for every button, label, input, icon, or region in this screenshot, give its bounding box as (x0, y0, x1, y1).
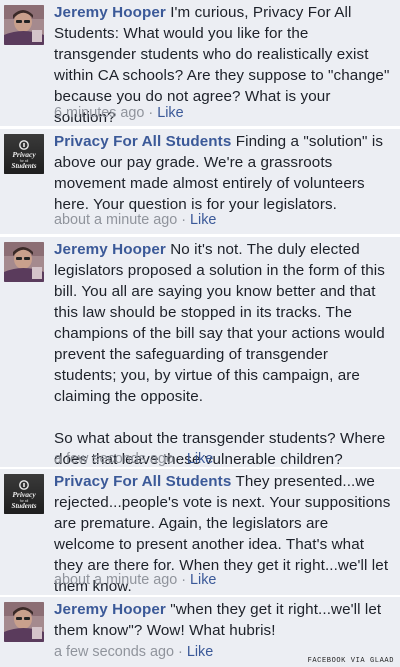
comment: Jeremy Hooper No it's not. The duly elec… (0, 237, 400, 470)
like-link[interactable]: Like (157, 105, 183, 121)
comment-author[interactable]: Privacy For All Students (54, 473, 231, 490)
comment-timestamp[interactable]: about a minute ago (54, 212, 177, 228)
avatar-privacy-for-all-students[interactable] (4, 134, 44, 174)
comment-body: No it's not. The duly elected legislator… (54, 241, 385, 405)
comment-meta: about a minute ago · Like (54, 211, 216, 229)
comment: Privacy For All Students They presented.… (0, 469, 400, 595)
meta-separator: · (148, 105, 154, 121)
like-link[interactable]: Like (190, 572, 216, 588)
like-link[interactable]: Like (190, 212, 216, 228)
meta-separator: · (178, 451, 183, 467)
comment-author[interactable]: Jeremy Hooper (54, 241, 166, 258)
comment-meta: 6 minutes ago · Like (54, 104, 184, 122)
comment-timestamp[interactable]: a few seconds ago (54, 644, 174, 660)
comment: Jeremy Hooper I'm curious, Privacy For A… (0, 0, 400, 126)
comment-author[interactable]: Privacy For All Students (54, 133, 231, 150)
comment-author[interactable]: Jeremy Hooper (54, 601, 166, 618)
comment-meta: about a minute ago · Like (54, 571, 216, 589)
privacy-for-all-students-logo (4, 134, 44, 174)
meta-separator: · (181, 572, 187, 588)
avatar-jeremy-hooper[interactable] (4, 602, 44, 642)
comment-timestamp[interactable]: about a minute ago (54, 572, 177, 588)
like-link[interactable]: Like (187, 451, 213, 467)
comment-meta: a few seconds ago · Like (54, 450, 213, 468)
meta-separator: · (181, 212, 187, 228)
photo-credit: FACEBOOK VIA GLAAD (307, 657, 394, 665)
comment-author[interactable]: Jeremy Hooper (54, 4, 166, 21)
like-link[interactable]: Like (187, 644, 213, 660)
comment-meta: a few seconds ago · Like (54, 643, 213, 661)
meta-separator: · (178, 644, 183, 660)
comment-text: Jeremy Hooper No it's not. The duly elec… (54, 239, 392, 470)
comment-timestamp[interactable]: 6 minutes ago (54, 105, 144, 121)
comment-timestamp[interactable]: a few seconds ago (54, 451, 174, 467)
avatar-jeremy-hooper[interactable] (4, 242, 44, 282)
comment: Privacy For All Students Finding a "solu… (0, 129, 400, 234)
avatar-jeremy-hooper[interactable] (4, 5, 44, 45)
comment-text: Jeremy Hooper "when they get it right...… (54, 599, 392, 641)
avatar-privacy-for-all-students[interactable] (4, 474, 44, 514)
comment-text: Privacy For All Students Finding a "solu… (54, 131, 392, 215)
privacy-for-all-students-logo (4, 474, 44, 514)
